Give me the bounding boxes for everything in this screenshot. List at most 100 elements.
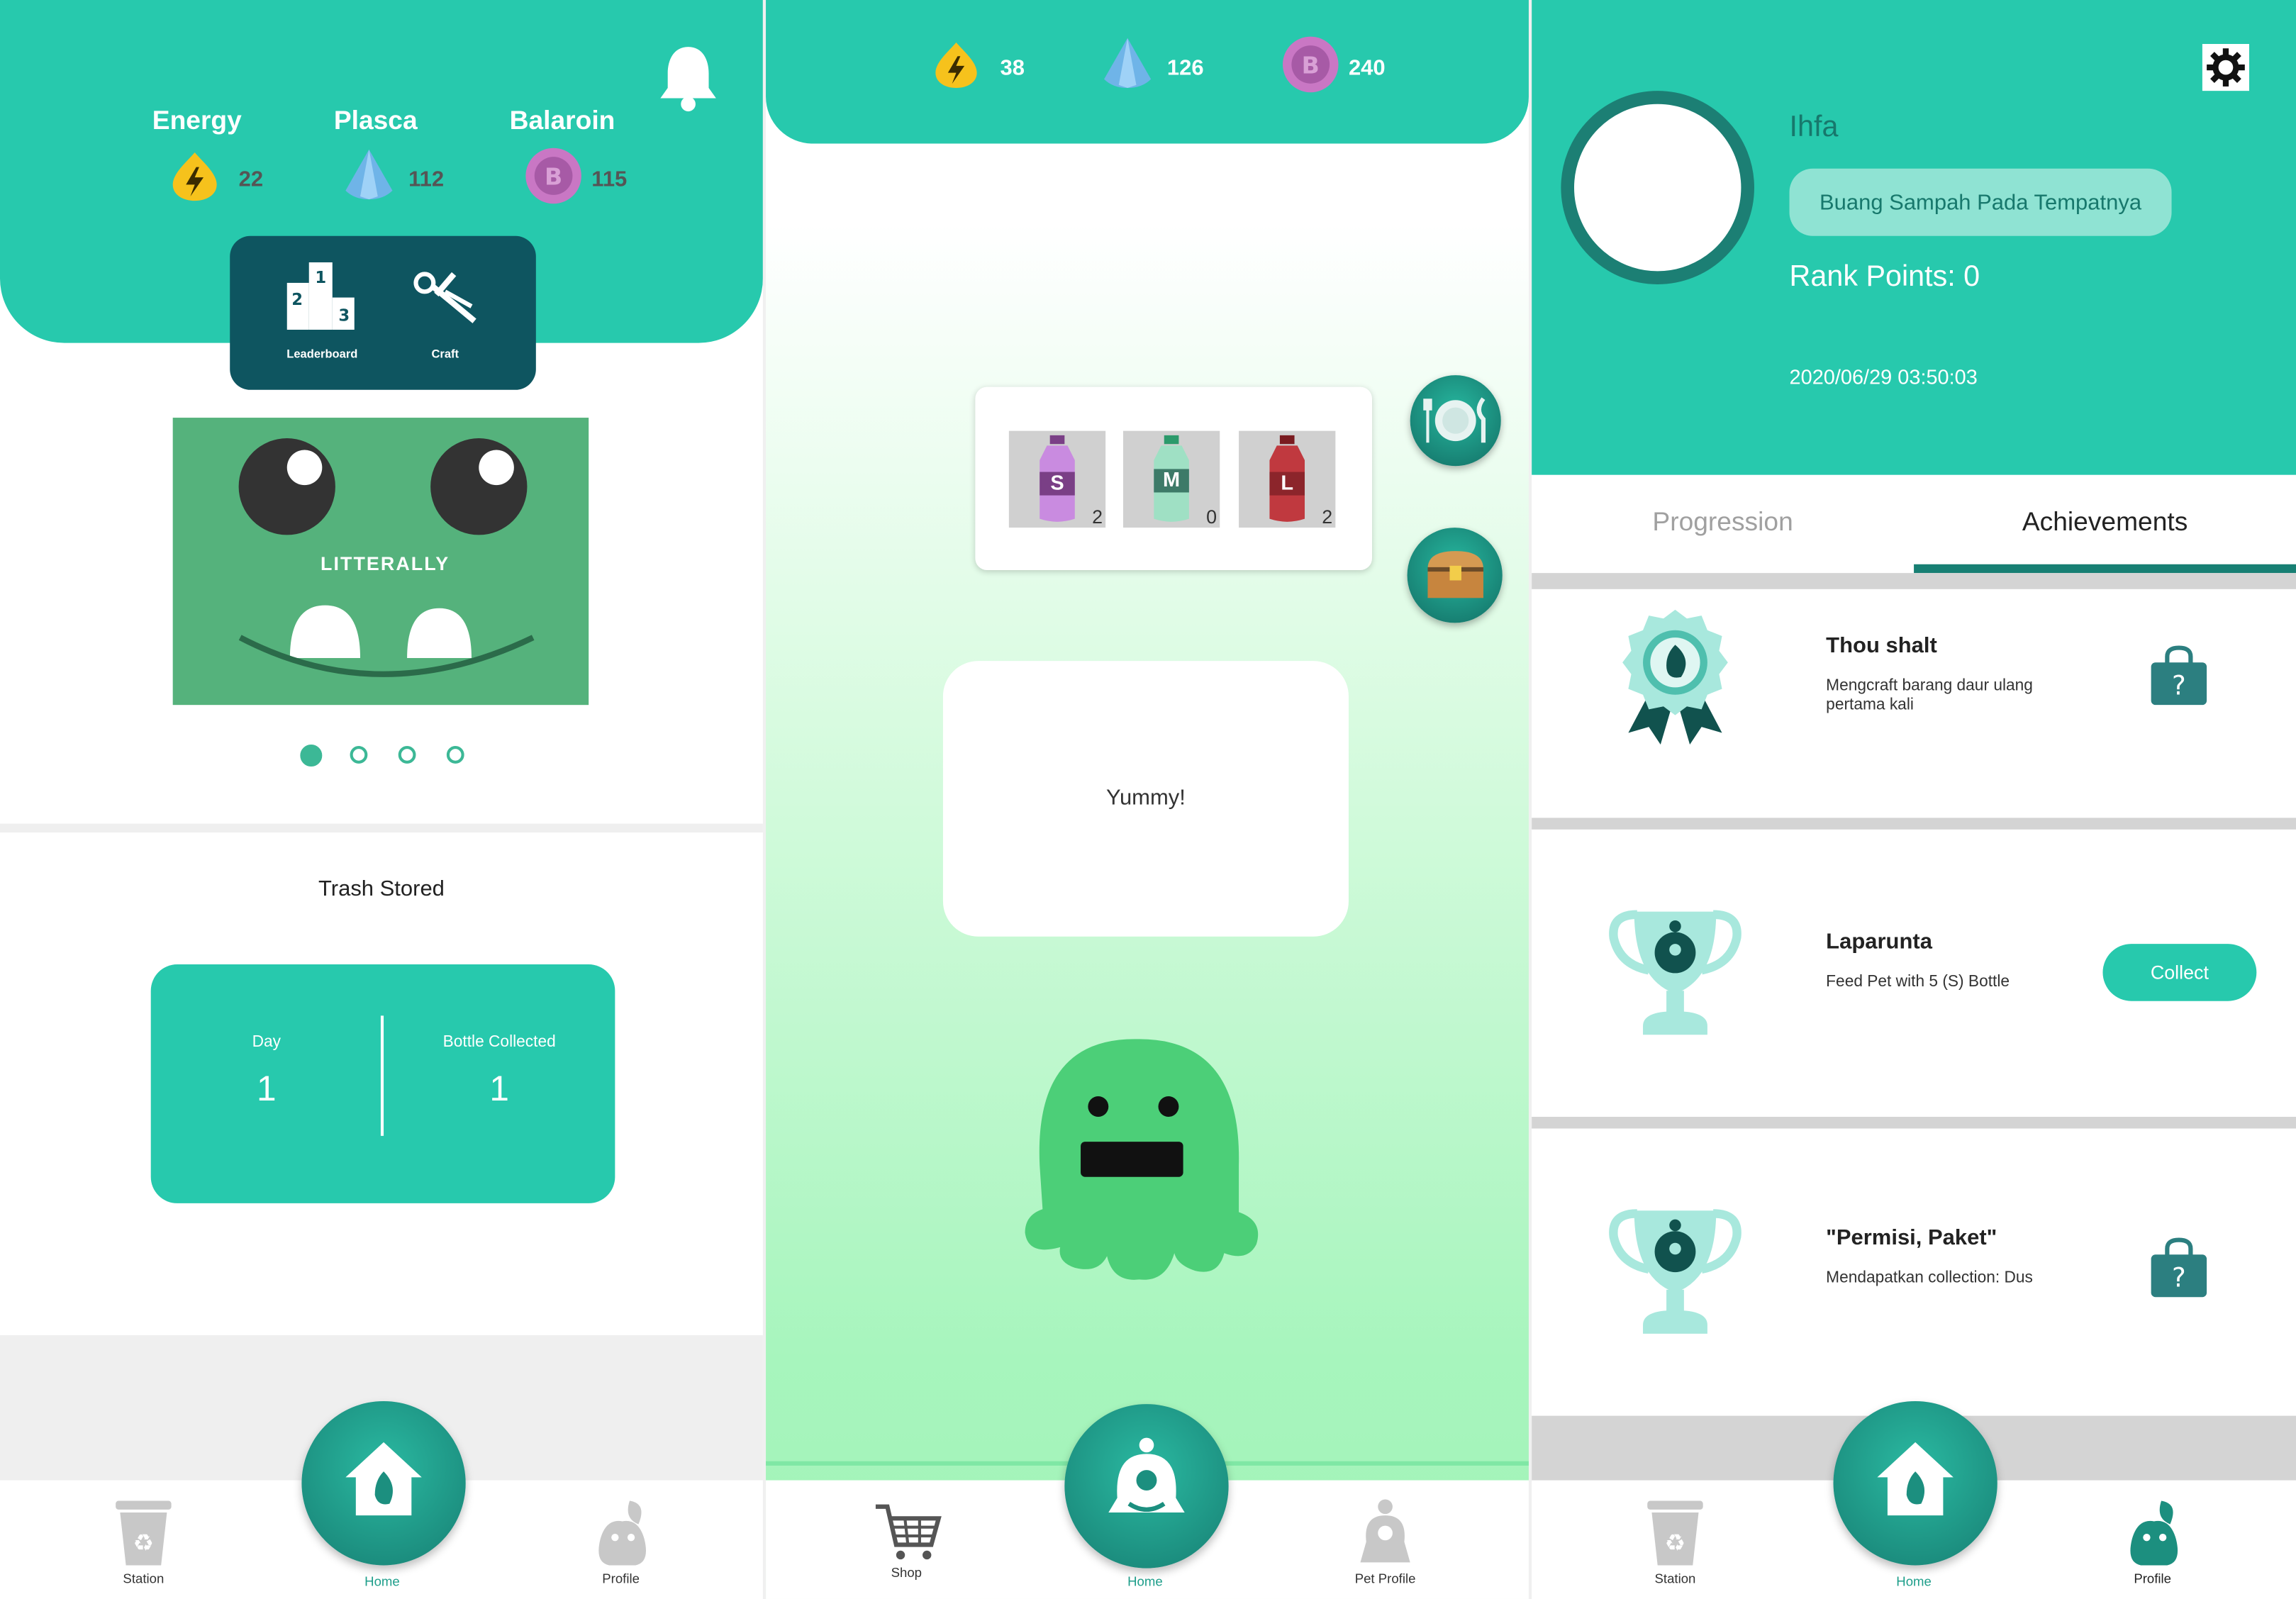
- collect-button-label: Collect: [2150, 961, 2209, 984]
- plasca-value: 126: [1166, 55, 1204, 81]
- svg-text:3: 3: [338, 307, 350, 325]
- nav-profile-label[interactable]: Profile: [2094, 1571, 2211, 1586]
- profile-screen: Ihfa Buang Sampah Pada Tempatnya Rank Po…: [1532, 0, 2296, 1599]
- craft-label: Craft: [431, 347, 459, 361]
- profile-avatar[interactable]: [1561, 91, 1754, 284]
- home-fab[interactable]: [301, 1400, 466, 1566]
- balaroin-value: 240: [1348, 55, 1386, 81]
- locked-mystery-icon[interactable]: ?: [2150, 645, 2209, 706]
- bottle-large-card[interactable]: L 2: [1239, 430, 1336, 528]
- settings-button[interactable]: [2202, 44, 2249, 91]
- bottle-size-label: L: [1281, 470, 1294, 494]
- nav-home-label[interactable]: Home: [323, 1574, 440, 1589]
- achievement-desc: Feed Pet with 5 (S) Bottle: [1826, 973, 2010, 991]
- banner-title: LITTERALLY: [320, 552, 450, 575]
- bottle-count: 0: [1206, 506, 1217, 528]
- home-screen: Energy 22 Plasca 112 Balaroin B 115 1 2 …: [0, 0, 763, 1599]
- nav-shop-label[interactable]: Shop: [848, 1565, 965, 1580]
- home-fab[interactable]: [1833, 1400, 1997, 1566]
- pet-speech-text: Yummy!: [1105, 785, 1186, 810]
- quick-menu: 1 2 3 Leaderboard Craft: [230, 235, 536, 390]
- inventory-chest-button[interactable]: [1407, 528, 1503, 623]
- leaderboard-podium-icon: 1 2 3: [286, 262, 355, 330]
- bell-icon[interactable]: [656, 41, 720, 114]
- achievement-title: Laparunta: [1826, 929, 1932, 954]
- plate-cutlery-icon: [1423, 397, 1486, 443]
- pet-speech-bubble: Yummy!: [942, 661, 1349, 937]
- stat-bottles-value: 1: [489, 1069, 509, 1110]
- tab-progression[interactable]: Progression: [1532, 507, 1914, 537]
- feed-button[interactable]: [1410, 375, 1501, 467]
- resource-value: 22: [238, 167, 264, 192]
- monster-banner[interactable]: LITTERALLY: [172, 418, 589, 706]
- stat-day-value: 1: [257, 1069, 277, 1110]
- craft-scissors-icon: [413, 272, 477, 323]
- craft-button[interactable]: Craft: [394, 257, 497, 374]
- station-trash-icon[interactable]: ♻: [1642, 1495, 1709, 1568]
- resource-energy: Energy 22: [143, 103, 275, 206]
- trophy-icon: [1609, 1209, 1741, 1334]
- carousel-dot[interactable]: [350, 746, 368, 764]
- achievement-title: Thou shalt: [1826, 633, 1937, 659]
- profile-motto: Buang Sampah Pada Tempatnya: [1819, 190, 2142, 216]
- achievement-title: "Permisi, Paket": [1826, 1225, 1997, 1251]
- locked-mystery-icon[interactable]: ?: [2150, 1237, 2209, 1298]
- achievement-item: "Permisi, Paket" Mendapatkan collection:…: [1532, 1128, 2296, 1416]
- plasca-crystal-icon: [1104, 38, 1152, 89]
- nav-station-label[interactable]: Station: [85, 1571, 202, 1586]
- achievement-item: Laparunta Feed Pet with 5 (S) Bottle Col…: [1532, 829, 2296, 1117]
- tab-achievements[interactable]: Achievements: [1914, 507, 2296, 537]
- leaderboard-button[interactable]: 1 2 3 Leaderboard: [271, 257, 374, 374]
- pet-home-fab[interactable]: [1064, 1404, 1229, 1569]
- pet-slime-character[interactable]: [1022, 1033, 1264, 1286]
- achievement-divider: [1532, 818, 2296, 830]
- pet-profile-icon[interactable]: [1352, 1498, 1419, 1568]
- profile-timestamp: 2020/06/29 03:50:03: [1789, 364, 1978, 389]
- collect-button[interactable]: Collect: [2102, 944, 2257, 1001]
- achievement-divider: [1532, 1116, 2296, 1129]
- profile-avatar-icon[interactable]: [589, 1498, 656, 1568]
- nav-home-label[interactable]: Home: [1086, 1574, 1203, 1589]
- nav-pet-profile-label[interactable]: Pet Profile: [1327, 1571, 1444, 1586]
- bottle-medium-card[interactable]: M 0: [1122, 430, 1220, 528]
- nav-profile-label[interactable]: Profile: [562, 1571, 679, 1586]
- profile-avatar-icon[interactable]: [2120, 1498, 2188, 1568]
- carousel-dot[interactable]: [446, 746, 464, 764]
- bottle-picker: S 2 M 0 L 2: [975, 386, 1372, 571]
- svg-text:?: ?: [2172, 1262, 2186, 1293]
- carousel-dot[interactable]: [398, 746, 416, 764]
- profile-motto-badge[interactable]: Buang Sampah Pada Tempatnya: [1789, 168, 2172, 236]
- resource-label: Balaroin: [509, 105, 615, 135]
- achievement-item: Thou shalt Mengcraft barang daur ulang p…: [1532, 589, 2296, 818]
- station-trash-icon[interactable]: ♻: [110, 1495, 177, 1568]
- leaderboard-label: Leaderboard: [286, 347, 358, 361]
- resource-label: Plasca: [333, 105, 418, 135]
- tabs-bottom-bar: [1532, 573, 2296, 589]
- nav-home-label[interactable]: Home: [1855, 1574, 1972, 1589]
- balaroin-coin-icon: B: [525, 147, 581, 204]
- bottle-small-card[interactable]: S 2: [1008, 430, 1106, 528]
- plasca-crystal-icon: [345, 149, 393, 200]
- rank-points: Rank Points: 0: [1789, 260, 1980, 294]
- gear-icon: [2207, 48, 2245, 87]
- ribbon-badge-icon: [1622, 609, 1728, 745]
- section-divider: [0, 823, 763, 832]
- tab-underline: [1914, 564, 2296, 574]
- stats-card: Day 1 Bottle Collected 1: [150, 964, 615, 1203]
- resource-label: Energy: [152, 105, 242, 135]
- treasure-chest-icon: [1427, 551, 1483, 598]
- bottle-count: 2: [1092, 506, 1103, 528]
- pet-bell-icon: [1108, 1437, 1185, 1513]
- achievement-desc: Mendapatkan collection: Dus: [1826, 1269, 2033, 1287]
- achievement-desc: Mengcraft barang daur ulang pertama kali: [1826, 676, 2033, 714]
- trash-stored-title: Trash Stored: [318, 876, 445, 902]
- carousel-dot-active[interactable]: [300, 744, 323, 767]
- energy-value: 38: [1000, 55, 1025, 81]
- svg-text:?: ?: [2172, 670, 2186, 701]
- bottle-size-label: M: [1163, 467, 1181, 491]
- shopping-cart-icon[interactable]: [873, 1501, 943, 1563]
- nav-station-label[interactable]: Station: [1617, 1571, 1734, 1586]
- svg-text:2: 2: [291, 291, 303, 309]
- home-icon: [345, 1442, 422, 1516]
- svg-text:♻: ♻: [1665, 1529, 1686, 1556]
